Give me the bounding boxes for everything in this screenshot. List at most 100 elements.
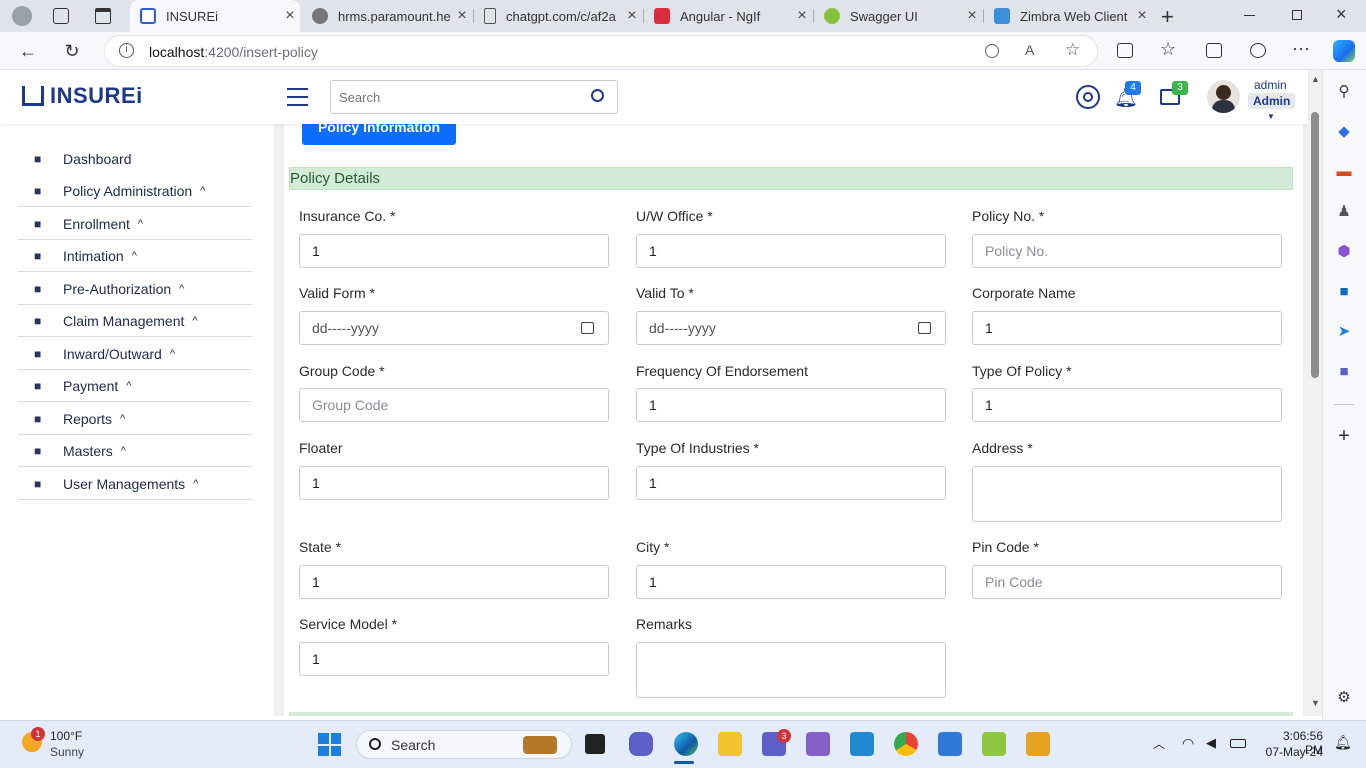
battery-icon[interactable] <box>1230 739 1246 748</box>
send-icon[interactable]: ➤ <box>1334 322 1354 342</box>
search-icon[interactable] <box>591 89 604 102</box>
frequency-endorsement-field[interactable]: 1 <box>636 388 946 422</box>
notifications-bell-icon[interactable]: 🔔︎ <box>1334 734 1352 751</box>
read-aloud-icon[interactable]: A <box>1025 42 1034 58</box>
show-hidden-icons-icon[interactable]: ︿ <box>1153 735 1165 752</box>
sidebar-item-intimation[interactable]: ■ Intimation ^ <box>18 240 252 272</box>
type-of-industries-field[interactable]: 1 <box>636 466 946 500</box>
site-info-icon[interactable]: i <box>119 43 134 58</box>
settings-gear-icon[interactable]: ⚙ <box>1334 688 1354 708</box>
volume-icon[interactable]: ◀ <box>1206 735 1216 751</box>
calendar-icon[interactable] <box>918 322 931 334</box>
user-role-badge[interactable]: Admin <box>1248 93 1296 109</box>
avatar[interactable] <box>1207 80 1240 113</box>
user-dropdown-icon[interactable]: ▼ <box>1267 112 1275 121</box>
valid-from-date-field[interactable]: dd-----yyyy <box>299 311 609 345</box>
tab-insurei[interactable]: INSUREi × <box>130 0 300 32</box>
close-tab-icon[interactable]: × <box>452 7 472 25</box>
uw-office-field[interactable]: 1 <box>636 234 946 268</box>
workspaces-icon[interactable] <box>53 8 69 24</box>
tab-actions-icon[interactable] <box>95 8 111 24</box>
type-of-policy-field[interactable]: 1 <box>972 388 1282 422</box>
sidebar-item-inward-outward[interactable]: ■ Inward/Outward ^ <box>18 338 252 370</box>
close-window-icon[interactable]: × <box>1336 4 1347 25</box>
address-textarea[interactable] <box>972 466 1282 522</box>
visual-studio-icon[interactable] <box>806 732 830 756</box>
office-icon[interactable]: ⬢ <box>1334 242 1354 262</box>
notepad-icon[interactable] <box>938 732 962 756</box>
floater-field[interactable]: 1 <box>299 466 609 500</box>
calendar-icon[interactable] <box>581 322 594 334</box>
clock-date[interactable]: 07-May-24 <box>1263 745 1323 759</box>
toolbox-icon[interactable]: ▬ <box>1334 162 1354 182</box>
close-tab-icon[interactable]: × <box>962 7 982 25</box>
sidebar-item-dashboard[interactable]: ■ Dashboard <box>18 143 252 175</box>
split-screen-icon[interactable] <box>1117 43 1133 58</box>
windows-start-icon[interactable] <box>318 733 341 756</box>
new-tab-icon[interactable]: + <box>1161 4 1174 30</box>
scrollbar-thumb[interactable] <box>1311 112 1319 378</box>
chat-icon[interactable] <box>629 732 653 756</box>
city-field[interactable]: 1 <box>636 565 946 599</box>
zoom-out-icon[interactable] <box>985 44 999 58</box>
search-icon[interactable]: ⚲ <box>1334 82 1354 102</box>
tab-swagger[interactable]: Swagger UI × <box>814 0 982 32</box>
task-view-icon[interactable] <box>585 734 605 754</box>
tab-angular[interactable]: Angular - NgIf × <box>644 0 812 32</box>
more-menu-icon[interactable]: ··· <box>1292 38 1310 59</box>
sidebar-item-user-managements[interactable]: ■ User Managements ^ <box>18 468 252 500</box>
close-tab-icon[interactable]: × <box>280 7 300 25</box>
tab-zimbra[interactable]: Zimbra Web Client × <box>984 0 1152 32</box>
collections-icon[interactable] <box>1206 43 1222 58</box>
close-tab-icon[interactable]: × <box>1132 7 1152 25</box>
pin-code-field[interactable]: Pin Code <box>972 565 1282 599</box>
scroll-up-arrow-icon[interactable]: ▲ <box>1311 74 1320 84</box>
notepadpp-icon[interactable] <box>982 732 1006 756</box>
back-icon[interactable]: ← <box>17 40 39 62</box>
profile-icon[interactable] <box>12 6 32 26</box>
insurance-co-field[interactable]: 1 <box>299 234 609 268</box>
refresh-icon[interactable]: ↻ <box>61 40 83 62</box>
group-code-field[interactable]: Group Code <box>299 388 609 422</box>
taskbar-search-box[interactable]: Search <box>356 730 572 759</box>
url-bar[interactable]: i localhost:4200/insert-policy A ☆ <box>104 35 1098 67</box>
close-tab-icon[interactable]: × <box>792 7 812 25</box>
valid-to-date-field[interactable]: dd-----yyyy <box>636 311 946 345</box>
file-explorer-icon[interactable] <box>718 732 742 756</box>
snipping-tool-icon[interactable] <box>1026 732 1050 756</box>
corporate-name-field[interactable]: 1 <box>972 311 1282 345</box>
sidebar-item-enrollment[interactable]: ■ Enrollment ^ <box>18 208 252 240</box>
add-icon[interactable]: + <box>1334 426 1354 446</box>
edge-browser-icon[interactable] <box>674 732 698 756</box>
vscode-icon[interactable] <box>850 732 874 756</box>
policy-no-field[interactable]: Policy No. <box>972 234 1282 268</box>
tab-hrms[interactable]: hrms.paramount.he × <box>302 0 472 32</box>
games-icon[interactable]: ♟ <box>1334 202 1354 222</box>
page-scrollbar[interactable]: ▲ ▼ <box>1308 70 1322 716</box>
tab-chatgpt[interactable]: chatgpt.com/c/af2a × <box>474 0 642 32</box>
search-input[interactable] <box>331 81 581 113</box>
minimize-icon[interactable] <box>1244 15 1255 16</box>
shopping-tag-icon[interactable]: ◆ <box>1334 122 1354 142</box>
close-tab-icon[interactable]: × <box>622 7 642 25</box>
search-box[interactable] <box>330 80 618 114</box>
restore-icon[interactable] <box>1292 10 1302 20</box>
scroll-down-arrow-icon[interactable]: ▼ <box>1311 698 1320 708</box>
teams-icon[interactable]: ■ <box>1334 362 1354 382</box>
state-field[interactable]: 1 <box>299 565 609 599</box>
copilot-icon[interactable] <box>1333 40 1355 62</box>
sidebar-item-pre-authorization[interactable]: ■ Pre-Authorization ^ <box>18 273 252 305</box>
weather-temp[interactable]: 100°F <box>50 729 82 743</box>
outlook-icon[interactable]: ■ <box>1334 282 1354 302</box>
remarks-textarea[interactable] <box>636 642 946 698</box>
favorite-star-icon[interactable]: ☆ <box>1065 40 1080 60</box>
hamburger-menu-icon[interactable] <box>287 88 308 106</box>
sidebar-item-masters[interactable]: ■ Masters ^ <box>18 435 252 467</box>
service-model-field[interactable]: 1 <box>299 642 609 676</box>
favorites-icon[interactable]: ☆ <box>1160 39 1176 60</box>
sidebar-item-claim-management[interactable]: ■ Claim Management ^ <box>18 305 252 337</box>
wifi-icon[interactable]: ◠ <box>1182 735 1194 752</box>
sidebar-item-policy-administration[interactable]: ■ Policy Administration ^ <box>18 175 252 207</box>
sidebar-item-reports[interactable]: ■ Reports ^ <box>18 403 252 435</box>
extensions-icon[interactable] <box>1250 43 1266 58</box>
